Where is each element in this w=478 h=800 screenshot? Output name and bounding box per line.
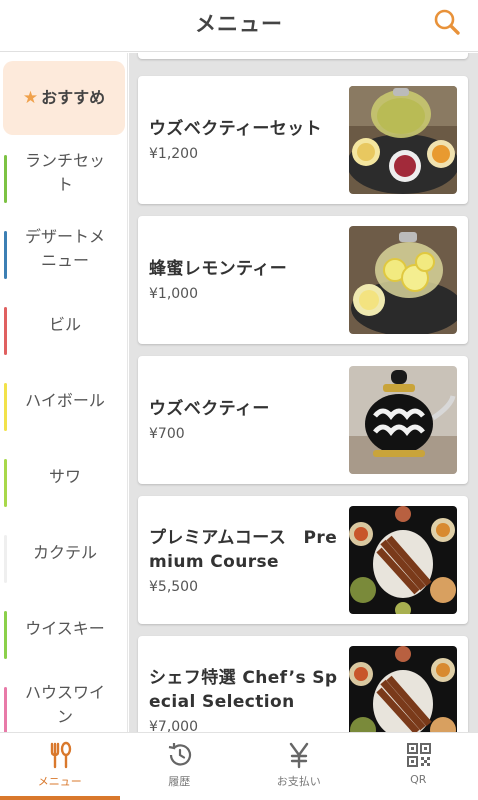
- item-price: ¥1,200: [149, 146, 198, 162]
- menu-card[interactable]: プレミアムコース Premium Course ¥5,500: [138, 496, 468, 624]
- sidebar-item-dessert[interactable]: デザートメニュー: [0, 211, 126, 287]
- bottom-tab-bar: メニュー 履歴 お支払い QR: [0, 732, 478, 800]
- category-color-bar: [4, 687, 7, 732]
- sidebar-item-label: ハイボール: [25, 391, 105, 410]
- app-header: メニュー: [0, 0, 478, 52]
- item-price: ¥5,500: [149, 579, 198, 595]
- item-photo: [349, 226, 457, 334]
- tab-label: メニュー: [37, 775, 82, 788]
- sidebar-item-label: カクテル: [32, 543, 97, 562]
- sidebar-item-label: ハウスワイン: [24, 683, 105, 726]
- item-name: 蜂蜜レモンティー: [149, 259, 288, 279]
- sidebar-item-label: ランチセット: [24, 151, 105, 194]
- item-name: ウズベクティーセット: [149, 119, 322, 139]
- page-title: メニュー: [195, 12, 283, 36]
- menu-card[interactable]: ウズベクティーセット ¥1,200: [138, 76, 468, 204]
- sidebar-item-label: デザートメニュー: [24, 227, 105, 270]
- category-color-bar: [4, 307, 7, 355]
- sidebar-item-house-wine[interactable]: ハウスワイン: [0, 667, 126, 732]
- item-photo: [349, 646, 457, 732]
- tab-qr[interactable]: QR: [359, 733, 478, 800]
- tab-history[interactable]: 履歴: [120, 733, 240, 800]
- fork-knife-icon: [50, 741, 72, 769]
- category-color-bar: [4, 535, 7, 583]
- menu-list[interactable]: ウズベクティーセット ¥1,200 蜂蜜レモンティー ¥1,000 ウズベクティ…: [129, 53, 478, 732]
- sidebar-item-cocktail[interactable]: カクテル: [0, 515, 126, 591]
- item-price: ¥1,000: [149, 286, 198, 302]
- sidebar-item-lunch-set[interactable]: ランチセット: [0, 135, 126, 211]
- sidebar-item-recommended[interactable]: ★ おすすめ: [3, 61, 125, 135]
- menu-card[interactable]: ウズベクティー ¥700: [138, 356, 468, 484]
- item-price: ¥7,000: [149, 719, 198, 732]
- qr-code-icon: [406, 743, 431, 767]
- tab-payment[interactable]: お支払い: [239, 733, 359, 800]
- tab-label: QR: [410, 773, 427, 786]
- history-icon: [168, 743, 191, 766]
- item-name: シェフ特選 Chef’s Special Selection: [149, 668, 338, 712]
- sidebar-item-label: サワ: [48, 467, 81, 486]
- sidebar-item-whisky[interactable]: ウイスキー: [0, 591, 126, 667]
- sidebar-item-sour[interactable]: サワ: [0, 439, 126, 515]
- tab-label: お支払い: [276, 775, 321, 788]
- premium-course-photo: [349, 506, 457, 614]
- star-icon: ★: [22, 88, 39, 108]
- category-sidebar: ★ おすすめ ランチセット デザートメニュー ビル ハイボール サワ カクテル …: [0, 53, 128, 732]
- menu-card-partial: [138, 53, 468, 59]
- search-icon[interactable]: [432, 7, 462, 37]
- category-color-bar: [4, 155, 7, 203]
- sidebar-item-label: おすすめ: [41, 88, 106, 107]
- item-photo: [349, 366, 457, 474]
- item-name: ウズベクティー: [149, 399, 270, 419]
- menu-card[interactable]: 蜂蜜レモンティー ¥1,000: [138, 216, 468, 344]
- item-price: ¥700: [149, 426, 185, 442]
- sidebar-item-highball[interactable]: ハイボール: [0, 363, 126, 439]
- category-color-bar: [4, 231, 7, 279]
- uzbek-teapot-photo: [349, 366, 457, 474]
- yen-icon: [289, 742, 309, 769]
- category-color-bar: [4, 611, 7, 659]
- tab-label: 履歴: [168, 775, 191, 788]
- chef-selection-photo: [349, 646, 457, 732]
- tea-set-photo: [349, 86, 457, 194]
- menu-card[interactable]: シェフ特選 Chef’s Special Selection ¥7,000: [138, 636, 468, 732]
- category-color-bar: [4, 459, 7, 507]
- sidebar-item-label: ウイスキー: [25, 619, 105, 638]
- tab-menu[interactable]: メニュー: [0, 733, 120, 800]
- item-photo: [349, 506, 457, 614]
- active-tab-indicator: [0, 796, 120, 800]
- sidebar-item-label: ビル: [48, 315, 81, 334]
- category-color-bar: [4, 383, 7, 431]
- honey-lemon-tea-photo: [349, 226, 457, 334]
- item-photo: [349, 86, 457, 194]
- item-name: プレミアムコース Premium Course: [149, 528, 338, 572]
- sidebar-item-beer[interactable]: ビル: [0, 287, 126, 363]
